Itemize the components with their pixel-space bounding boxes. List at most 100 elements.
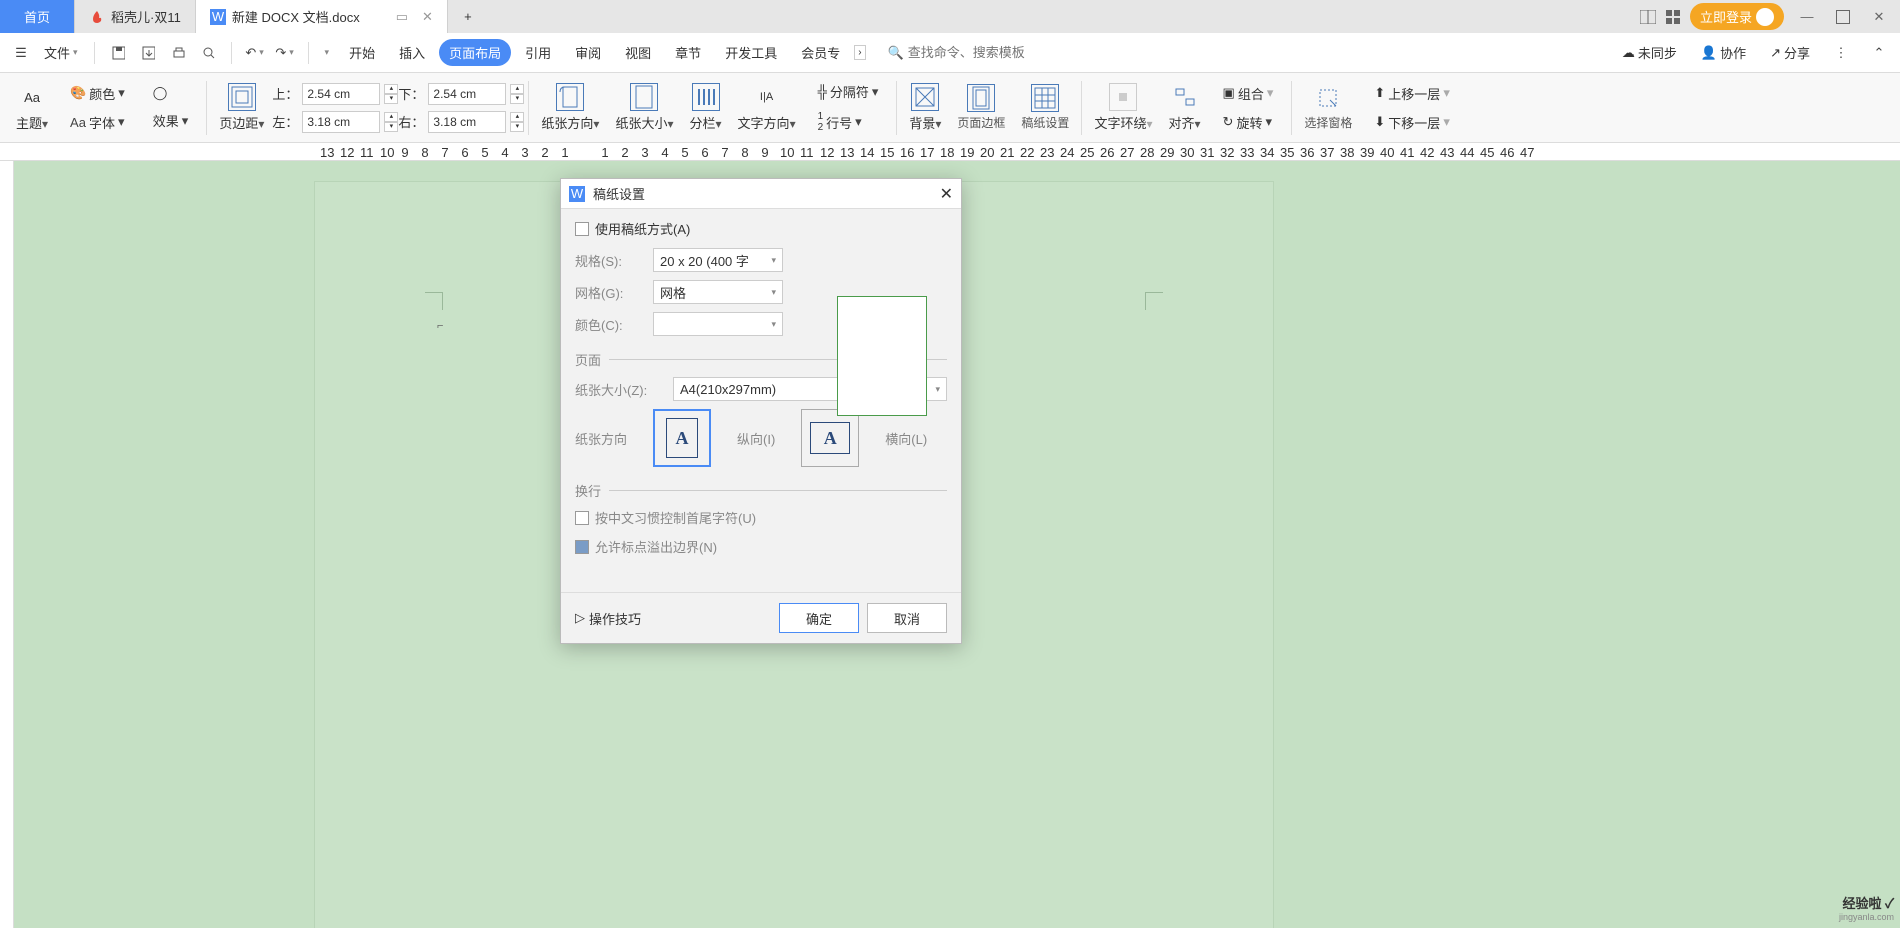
close-window-button[interactable]: ✕ <box>1866 4 1892 30</box>
maximize-button[interactable] <box>1830 4 1856 30</box>
spinner[interactable]: ▴▾ <box>384 112 398 132</box>
align-button[interactable]: 对齐▾ <box>1160 73 1208 142</box>
preview-icon[interactable] <box>195 40 221 66</box>
selection-pane-button[interactable]: 选择窗格 <box>1296 73 1360 142</box>
tips-link[interactable]: ▷操作技巧 <box>575 609 641 628</box>
dialog-titlebar[interactable]: W 稿纸设置 ✕ <box>561 179 961 209</box>
tab-review[interactable]: 审阅 <box>565 39 611 66</box>
tab-start[interactable]: 开始 <box>339 39 385 66</box>
ribbon: Aa主题▾ 🎨颜色▾ Aa 字体▾ ◯ 效果▾ 页边距▾ 上：▴▾ 左：▴▾ 下… <box>0 73 1900 143</box>
writing-button[interactable]: 稿纸设置 <box>1013 73 1077 142</box>
palette-icon: 🎨 <box>70 85 86 101</box>
saveas-icon[interactable] <box>135 40 161 66</box>
collab-button[interactable]: 👤协作 <box>1695 39 1752 66</box>
more-icon[interactable]: ⋮ <box>1828 40 1854 66</box>
tab-layout[interactable]: 页面布局 <box>439 39 511 66</box>
margin-icon <box>228 83 256 111</box>
font-button[interactable]: Aa 字体▾ <box>64 109 130 136</box>
word-icon: W <box>210 9 226 25</box>
sync-button[interactable]: ☁未同步 <box>1616 39 1683 66</box>
share-button[interactable]: ↗分享 <box>1764 39 1816 66</box>
save-icon[interactable] <box>105 40 131 66</box>
close-icon[interactable]: ✕ <box>422 9 433 25</box>
papersize-icon <box>630 83 658 111</box>
login-button[interactable]: 立即登录 <box>1690 3 1784 30</box>
new-tab-button[interactable]: + <box>448 0 488 33</box>
theme-button[interactable]: Aa主题▾ <box>8 73 56 142</box>
color-button[interactable]: 🎨颜色▾ <box>64 80 131 107</box>
tab-dev[interactable]: 开发工具 <box>715 39 787 66</box>
moveup-icon: ⬆ <box>1374 85 1385 101</box>
tab-insert[interactable]: 插入 <box>389 39 435 66</box>
effect-icon-button[interactable]: ◯ <box>147 81 174 105</box>
margin-bottom-label: 下： <box>398 84 424 103</box>
movedown-button: ⬇下移一层▾ <box>1368 109 1455 136</box>
fire-icon <box>89 9 105 25</box>
background-button[interactable]: 背景▾ <box>901 73 949 142</box>
tab-reference[interactable]: 引用 <box>515 39 561 66</box>
border-button[interactable]: 页面边框 <box>949 73 1013 142</box>
margin-left-input[interactable] <box>302 111 380 133</box>
word-icon: W <box>569 186 585 202</box>
tab-member[interactable]: 会员专 <box>791 39 850 66</box>
margin-bottom-input[interactable] <box>428 83 506 105</box>
papersize-label: 纸张大小(Z): <box>575 380 665 399</box>
spinner[interactable]: ▴▾ <box>510 112 524 132</box>
writing-settings-dialog: W 稿纸设置 ✕ 使用稿纸方式(A) 规格(S):20 x 20 (400 字▾… <box>560 178 962 644</box>
group-button: ▣组合▾ <box>1217 80 1280 107</box>
grid-select[interactable]: 网格▾ <box>653 280 783 304</box>
papersize-button[interactable]: 纸张大小▾ <box>607 73 681 142</box>
wrap-button: 文字环绕▾ <box>1086 73 1160 142</box>
apps-icon[interactable] <box>1666 10 1680 24</box>
close-icon[interactable]: ✕ <box>940 184 953 204</box>
minimize-button[interactable]: — <box>1794 4 1820 30</box>
separator-button[interactable]: ╬分隔符▾ <box>812 78 885 105</box>
punct-checkbox[interactable]: 允许标点溢出边界(N) <box>575 537 947 556</box>
margin-top-input[interactable] <box>302 83 380 105</box>
margin-right-label: 右： <box>398 112 424 131</box>
collapse-icon[interactable]: ⌃ <box>1866 40 1892 66</box>
rotate-button[interactable]: ↻旋转▾ <box>1217 109 1278 136</box>
present-icon[interactable]: ▭ <box>396 9 408 25</box>
file-menu[interactable]: 文件▾ <box>38 39 84 66</box>
tab-docker[interactable]: 稻壳儿·双11 <box>75 0 196 33</box>
columns-button[interactable]: 分栏▾ <box>682 73 730 142</box>
color-select[interactable]: ▾ <box>653 312 783 336</box>
search-input[interactable] <box>908 45 1088 60</box>
print-icon[interactable] <box>165 40 191 66</box>
wrap-icon <box>1109 83 1137 111</box>
use-writing-checkbox[interactable]: 使用稿纸方式(A) <box>575 219 947 238</box>
tab-view[interactable]: 视图 <box>615 39 661 66</box>
border-icon <box>967 84 995 112</box>
portrait-option[interactable]: A <box>653 409 711 467</box>
effect-button[interactable]: 效果▾ <box>147 107 195 134</box>
split-icon[interactable] <box>1640 10 1656 24</box>
tab-document[interactable]: W 新建 DOCX 文档.docx ▭ ✕ <box>196 0 448 33</box>
margin-button[interactable]: 页边距▾ <box>211 73 272 142</box>
tab-chapter[interactable]: 章节 <box>665 39 711 66</box>
background-icon <box>911 83 939 111</box>
selection-icon <box>1314 84 1342 112</box>
ok-button[interactable]: 确定 <box>779 603 859 633</box>
landscape-option[interactable]: A <box>801 409 859 467</box>
undo-icon[interactable]: ↶▾ <box>242 40 268 66</box>
svg-text:W: W <box>571 186 584 201</box>
spinner[interactable]: ▴▾ <box>510 84 524 104</box>
linenum-button[interactable]: 12行号▾ <box>812 107 868 137</box>
margin-right-input[interactable] <box>428 111 506 133</box>
spec-select[interactable]: 20 x 20 (400 字▾ <box>653 248 783 272</box>
redo-icon[interactable]: ↷▾ <box>272 40 298 66</box>
orientation-button[interactable]: 纸张方向▾ <box>533 73 607 142</box>
cn-rule-checkbox[interactable]: 按中文习惯控制首尾字符(U) <box>575 508 947 527</box>
theme-icon: Aa <box>18 83 46 111</box>
wrap-section-title: 换行 <box>575 481 947 500</box>
menu-icon[interactable]: ☰ <box>8 40 34 66</box>
cancel-button[interactable]: 取消 <box>867 603 947 633</box>
textdir-button[interactable]: I|A文字方向▾ <box>730 73 804 142</box>
play-icon: ▷ <box>575 610 585 626</box>
dropdown-icon[interactable]: ▾ <box>319 43 336 62</box>
spinner[interactable]: ▴▾ <box>384 84 398 104</box>
align-icon <box>1171 83 1199 111</box>
chevron-right-icon[interactable]: › <box>854 45 865 60</box>
tab-home[interactable]: 首页 <box>0 0 75 33</box>
